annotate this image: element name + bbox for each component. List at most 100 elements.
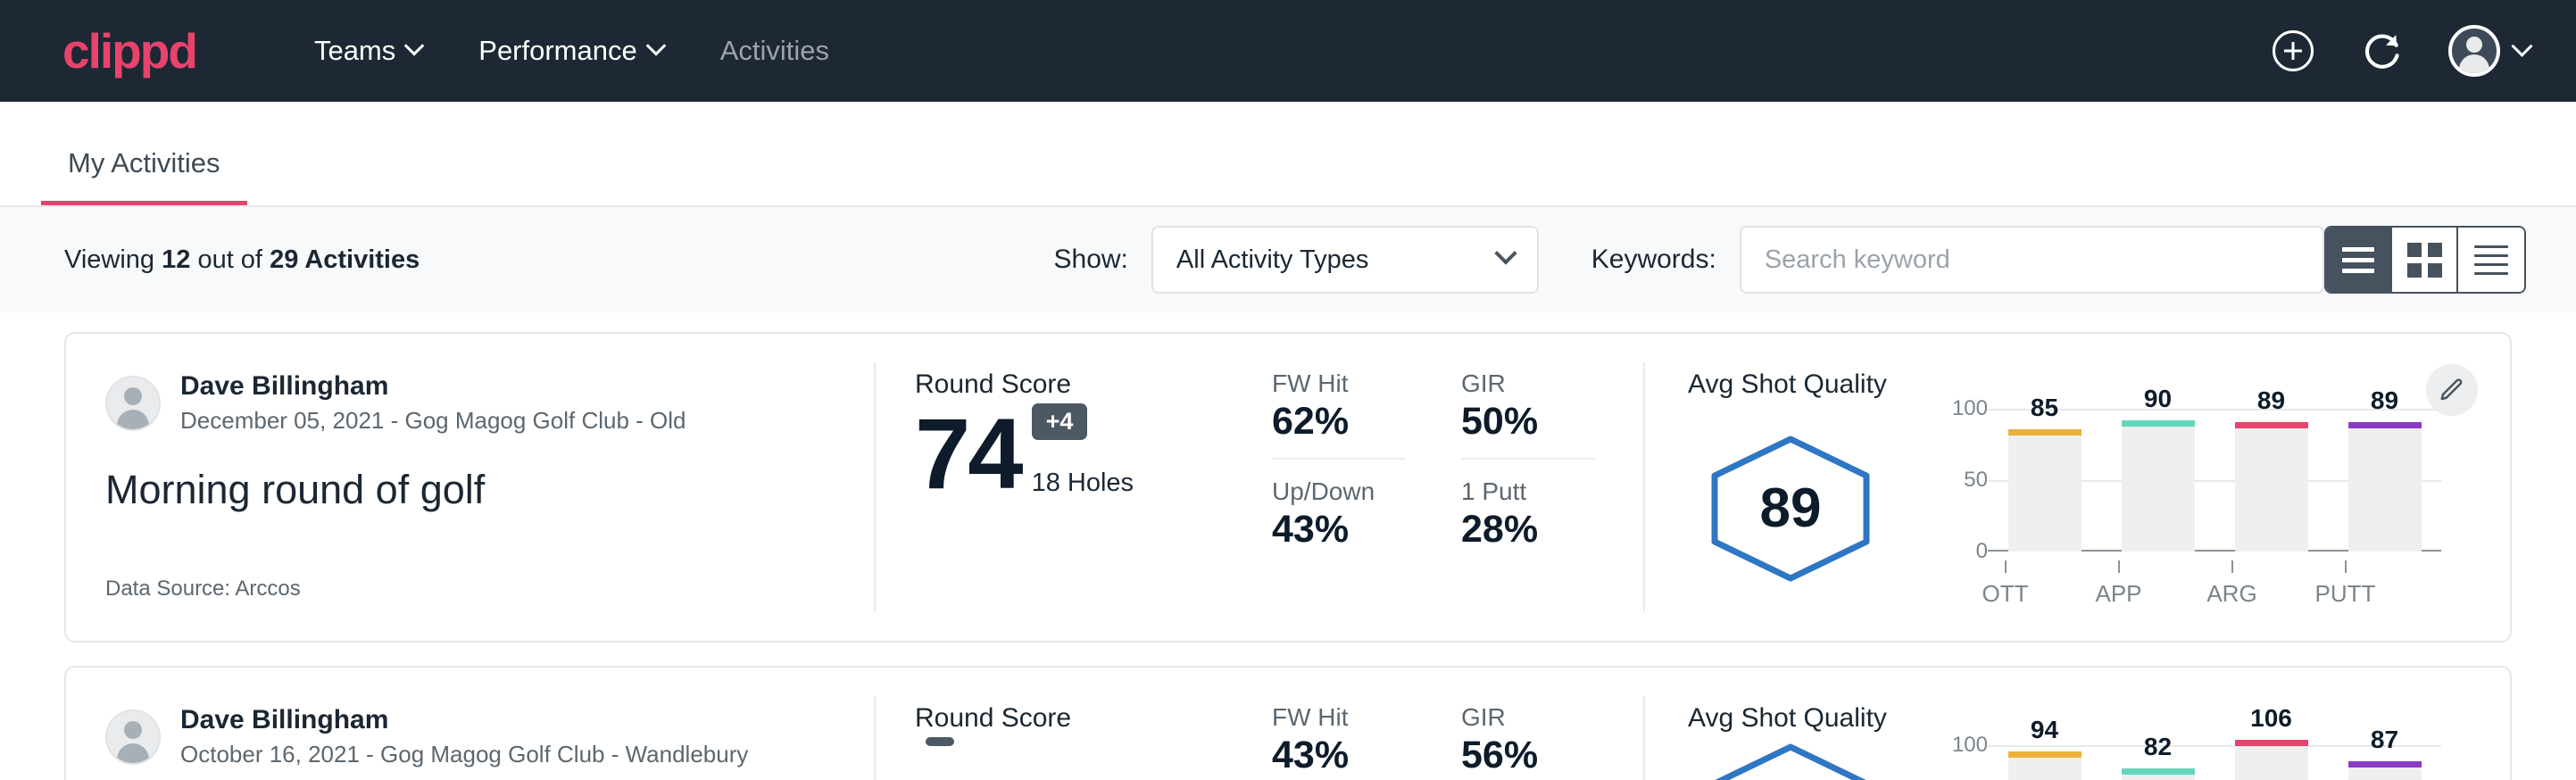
compact-line [2474, 245, 2508, 248]
quality-hex-wrap: 89 [1688, 435, 1893, 583]
bar-column: 89 [2348, 409, 2422, 552]
bar-arg: 89 [2235, 427, 2308, 552]
chart-bars: 94 82 [1988, 745, 2441, 780]
avg-shot-quality-section: Avg Shot Quality 100 50 [1645, 668, 2510, 780]
account-menu[interactable] [2448, 25, 2530, 77]
bar-cap [2235, 740, 2308, 746]
avatar-icon [105, 376, 161, 431]
viewing-total: 29 Activities [270, 245, 420, 274]
show-label: Show: [1054, 245, 1128, 275]
stat-value: 43% [1272, 734, 1406, 777]
stat-fw-hit: FW Hit 62% [1272, 369, 1406, 460]
list-line [2342, 247, 2374, 252]
chart-bars: 85 90 [1988, 409, 2441, 552]
bar-value-label: 89 [2235, 386, 2308, 415]
bar-cap [2008, 751, 2082, 758]
grid-view-button[interactable] [2392, 228, 2458, 292]
bar-putt: 87 [2348, 767, 2422, 780]
y-tick: 50 [1964, 468, 1988, 493]
x-tick-wrap: APP [2082, 560, 2156, 608]
stats-section: FW Hit 62% GIR 50% Up/Down 43% 1 Putt 28… [1233, 334, 1643, 641]
y-tick: 0 [1976, 539, 1988, 564]
quality-score-value: 89 [1708, 435, 1874, 583]
bar-value-label: 89 [2348, 386, 2422, 415]
compact-line [2474, 272, 2508, 275]
stat-value: 43% [1272, 508, 1406, 552]
bar-ott: 94 [2008, 757, 2082, 780]
chart-plot-area: 85 90 [1988, 409, 2441, 552]
bar-cap [2122, 420, 2195, 427]
viewing-summary: Viewing 12 out of 29 Activities [64, 245, 420, 275]
player-name: Dave Billingham [180, 705, 748, 735]
quality-hex-wrap [1688, 743, 1893, 780]
quality-chart-wrap: 100 50 0 85 [1893, 409, 2441, 608]
avg-shot-quality-body: 89 100 50 0 [1688, 409, 2510, 608]
keywords-label: Keywords: [1591, 245, 1716, 275]
activity-card[interactable]: Dave Billingham December 05, 2021 - Gog … [64, 332, 2512, 643]
edit-activity-button[interactable] [2426, 364, 2478, 416]
compact-view-button[interactable] [2458, 228, 2524, 292]
bar-putt: 89 [2348, 427, 2422, 552]
nav-label-teams: Teams [314, 35, 395, 67]
y-tick: 100 [1952, 733, 1988, 758]
bar-column: 82 [2122, 745, 2195, 780]
chart-plot-area: 94 82 [1988, 745, 2441, 780]
x-tick-wrap: ARG [2196, 560, 2269, 608]
stat-value: 28% [1461, 508, 1595, 552]
stat-gir: GIR 56% [1461, 703, 1595, 780]
clippd-logo[interactable]: clippd [62, 27, 196, 76]
avatar-icon [105, 709, 161, 765]
chevron-down-icon [1495, 242, 1517, 264]
activity-card[interactable]: Dave Billingham October 16, 2021 - Gog M… [64, 666, 2512, 780]
round-score-value: 74 [915, 407, 1021, 502]
bar-cap [2008, 429, 2082, 436]
tick-mark [2005, 560, 2007, 573]
viewing-middle: out of [197, 245, 262, 274]
bar-cap [2348, 761, 2422, 768]
bar-value-label: 82 [2122, 733, 2195, 761]
bar-arg: 106 [2235, 745, 2308, 780]
view-mode-toggle [2324, 226, 2526, 294]
tab-my-activities[interactable]: My Activities [41, 147, 247, 205]
search-input[interactable] [1765, 245, 2299, 275]
search-box[interactable] [1740, 226, 2324, 294]
avatar-icon [2448, 25, 2500, 77]
stat-value: 50% [1461, 400, 1595, 444]
activity-info: Dave Billingham October 16, 2021 - Gog M… [66, 668, 874, 780]
stats-grid: FW Hit 62% GIR 50% Up/Down 43% 1 Putt 28… [1272, 369, 1643, 552]
nav-item-teams[interactable]: Teams [286, 24, 450, 78]
nav-item-activities[interactable]: Activities [692, 24, 858, 78]
quality-bar-chart: 100 50 0 94 [1932, 745, 2441, 780]
stat-label: FW Hit [1272, 369, 1406, 398]
stat-gir: GIR 50% [1461, 369, 1595, 460]
filter-bar: Viewing 12 out of 29 Activities Show: Al… [0, 207, 2576, 312]
list-view-button[interactable] [2326, 228, 2392, 292]
viewing-prefix: Viewing [64, 245, 154, 274]
round-score-extras [926, 737, 954, 780]
add-button[interactable] [2268, 26, 2318, 76]
stat-value: 56% [1461, 734, 1595, 777]
avg-shot-quality-body: 100 50 0 94 [1688, 743, 2510, 780]
stat-one-putt: 1 Putt 28% [1461, 477, 1595, 552]
x-tick-wrap: PUTT [2309, 560, 2382, 608]
bar-column: 89 [2235, 409, 2308, 552]
bar-app: 82 [2122, 774, 2195, 780]
activity-type-select[interactable]: All Activity Types [1151, 226, 1539, 294]
bar-cap [2122, 768, 2195, 775]
avg-shot-quality-section: Avg Shot Quality 89 100 50 [1645, 334, 2510, 641]
stat-fw-hit: FW Hit 43% [1272, 703, 1406, 780]
quality-chart-wrap: 100 50 0 94 [1893, 745, 2441, 780]
tick-mark [2231, 560, 2233, 573]
y-tick: 100 [1952, 396, 1988, 421]
bar-column: 106 [2235, 745, 2308, 780]
bar-value-label: 87 [2348, 726, 2422, 754]
stat-label: 1 Putt [1461, 477, 1595, 506]
grid-icon [2407, 243, 2442, 278]
chart-y-axis: 100 50 0 [1932, 409, 1988, 552]
tick-mark [2118, 560, 2120, 573]
refresh-button[interactable] [2356, 26, 2406, 76]
holes-count: 18 Holes [1032, 469, 1134, 498]
bar-column: 94 [2008, 745, 2082, 780]
chevron-down-icon [404, 36, 425, 56]
nav-item-performance[interactable]: Performance [450, 24, 691, 78]
